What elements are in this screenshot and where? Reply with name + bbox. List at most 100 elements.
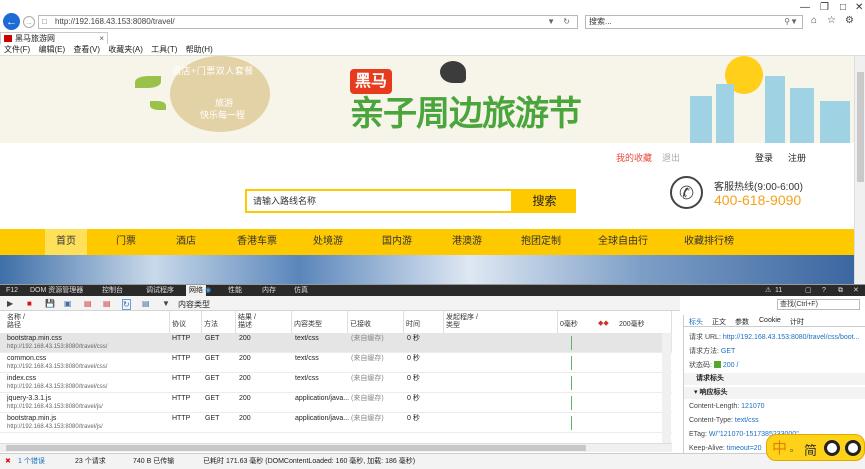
col-protocol[interactable]: 协议 — [170, 311, 202, 333]
address-bar[interactable]: □ http://192.168.43.153:8080/travel/ ▼ ↻ — [38, 15, 578, 29]
grid-hscrollbar[interactable] — [0, 443, 672, 452]
col-time[interactable]: 时间 — [404, 311, 444, 333]
menu-help[interactable]: 帮助(H) — [186, 45, 213, 54]
tab-performance[interactable]: 性能 — [228, 285, 242, 296]
restore-icon[interactable]: ❐ — [820, 2, 829, 13]
devtools-close-icon[interactable]: ✕ — [853, 285, 859, 296]
favorites-link[interactable]: 我的收藏 — [616, 151, 652, 164]
save-icon[interactable]: 💾 — [45, 299, 55, 308]
page-scrollbar[interactable] — [854, 56, 865, 284]
table-row[interactable]: jquery-3.3.1.js HTTP GET 200 application/jav… — [0, 393, 672, 413]
search-button[interactable]: 搜索 — [513, 189, 576, 213]
nav-hotels[interactable]: 酒店 — [165, 229, 207, 255]
details-tab-headers[interactable]: 标头 — [689, 317, 703, 327]
find-input[interactable]: 查找(Ctrl+F) — [777, 299, 860, 310]
menu-file[interactable]: 文件(F) — [4, 45, 30, 54]
hscroll-thumb[interactable] — [6, 445, 586, 451]
request-headers-section[interactable]: 请求标头 — [684, 373, 865, 385]
undock-icon[interactable]: ⧉ — [838, 285, 843, 296]
col-type[interactable]: 内容类型 — [292, 311, 348, 333]
device-icon[interactable]: ▢ — [805, 285, 812, 296]
tab-console[interactable]: 控制台 — [102, 285, 123, 296]
errors-count[interactable]: 1 个错误 — [18, 454, 45, 469]
always-refresh-icon[interactable]: ↻ — [122, 299, 131, 310]
table-row[interactable]: common.css HTTP GET 200 text/css (来自缓存) 0 秒 htt… — [0, 353, 672, 373]
menu-tools[interactable]: 工具(T) — [151, 45, 177, 54]
table-row[interactable]: index.css HTTP GET 200 text/css (来自缓存) 0 秒 http… — [0, 373, 672, 393]
request-received: (来自缓存) — [351, 375, 384, 382]
back-button[interactable]: ← — [3, 13, 20, 30]
route-search-input[interactable]: 请输入路线名称 — [245, 189, 513, 213]
col-initiator[interactable]: 发起程序 / 类型 — [444, 311, 558, 333]
forward-button[interactable]: → — [23, 16, 35, 28]
timeline-bar — [571, 356, 572, 370]
request-type: text/css — [295, 375, 319, 382]
close-icon[interactable]: ✕ — [855, 2, 863, 13]
nav-favorites-rank[interactable]: 收藏排行榜 — [678, 229, 740, 255]
browser-tab[interactable]: 黑马旅游网 × — [0, 32, 108, 44]
response-headers-section[interactable]: ▾ 响应标头 — [684, 387, 865, 399]
ime-toolbar[interactable]: 中 。 简 — [766, 434, 865, 461]
nav-hk-tickets[interactable]: 香港车票 — [228, 229, 286, 255]
login-link[interactable]: 登录 — [755, 151, 773, 164]
grid-scrollbar[interactable] — [662, 333, 671, 443]
tab-close-icon[interactable]: × — [99, 33, 104, 44]
col-name[interactable]: 名称 / 路径 — [0, 311, 170, 333]
tab-debugger[interactable]: 调试程序 — [146, 285, 174, 296]
col-result-label: 结果 / — [238, 314, 256, 321]
gear-icon[interactable]: ⚙ — [845, 15, 854, 26]
nav-domestic[interactable]: 国内游 — [373, 229, 421, 255]
details-tab-timing[interactable]: 计时 — [790, 317, 804, 327]
col-path-label: 路径 — [7, 322, 21, 329]
col-method[interactable]: 方法 — [202, 311, 236, 333]
filter-icon[interactable]: ▼ — [162, 299, 170, 308]
table-row[interactable]: bootstrap.min.js HTTP GET 200 application/ja… — [0, 413, 672, 433]
nav-domestic-trip[interactable]: 处境游 — [303, 229, 353, 255]
col-result[interactable]: 结果 / 描述 — [236, 311, 292, 333]
menu-view[interactable]: 查看(V) — [73, 45, 100, 54]
details-tab-params[interactable]: 参数 — [735, 317, 749, 327]
nav-home[interactable]: 首页 — [45, 229, 87, 255]
details-tab-cookie[interactable]: Cookie — [759, 317, 781, 324]
register-link[interactable]: 注册 — [788, 151, 806, 164]
tab-network[interactable]: 网络 — [186, 285, 206, 296]
tab-memory[interactable]: 内存 — [262, 285, 276, 296]
clear-cookies-icon[interactable]: ▤ — [142, 299, 150, 308]
ime-mode[interactable]: 中 — [772, 437, 787, 458]
search-box[interactable]: 搜索... ⚲▼ — [585, 15, 803, 29]
col-received[interactable]: 已接收 — [348, 311, 404, 333]
play-icon[interactable]: ▶ — [7, 299, 13, 308]
nav-tickets[interactable]: 门票 — [105, 229, 147, 255]
nav-hk-macau[interactable]: 港澳游 — [443, 229, 491, 255]
favorites-icon[interactable]: ☆ — [827, 15, 836, 26]
home-icon[interactable]: ⌂ — [811, 15, 817, 26]
tab-emulation[interactable]: 仿真 — [294, 285, 308, 296]
logout-link[interactable]: 退出 — [662, 151, 680, 164]
refresh-icon[interactable]: ▼ ↻ — [547, 16, 573, 28]
nav-global-free[interactable]: 全球自由行 — [592, 229, 654, 255]
maximize-icon[interactable]: □ — [840, 2, 846, 13]
request-name: bootstrap.min.js — [7, 415, 57, 422]
help-icon[interactable]: ? — [822, 285, 826, 296]
error-counter: 11 — [775, 287, 783, 294]
request-result: 200 — [239, 415, 251, 422]
header-value: timeout=20 — [726, 445, 762, 452]
minimize-icon[interactable]: — — [800, 2, 810, 13]
scrollbar-thumb[interactable] — [857, 72, 864, 182]
import-icon[interactable]: ▣ — [64, 299, 72, 308]
ime-punct-icon[interactable]: 。 — [790, 443, 798, 454]
clear-cache-icon[interactable]: ▤ — [103, 299, 111, 308]
menu-favorites[interactable]: 收藏夹(A) — [108, 45, 143, 54]
stop-icon[interactable]: ■ — [27, 299, 32, 308]
nav-group-custom[interactable]: 抱团定制 — [512, 229, 570, 255]
search-icon[interactable]: ⚲▼ — [784, 16, 798, 28]
tab-dom-explorer[interactable]: DOM 资源管理器 — [30, 285, 83, 296]
clear-session-icon[interactable]: ▤ — [84, 299, 92, 308]
col-timeline[interactable]: 0毫秒 ◆◆ 200毫秒 — [558, 311, 672, 333]
menu-edit[interactable]: 编辑(E) — [38, 45, 65, 54]
browser-titlebar: ← → □ http://192.168.43.153:8080/travel/… — [0, 0, 865, 32]
details-tab-body[interactable]: 正文 — [712, 317, 726, 327]
ime-script[interactable]: 简 — [804, 440, 817, 459]
table-row[interactable]: bootstrap.min.css HTTP GET 200 text/css (来自缓存… — [0, 333, 672, 353]
filter-label[interactable]: 内容类型 — [178, 299, 210, 310]
